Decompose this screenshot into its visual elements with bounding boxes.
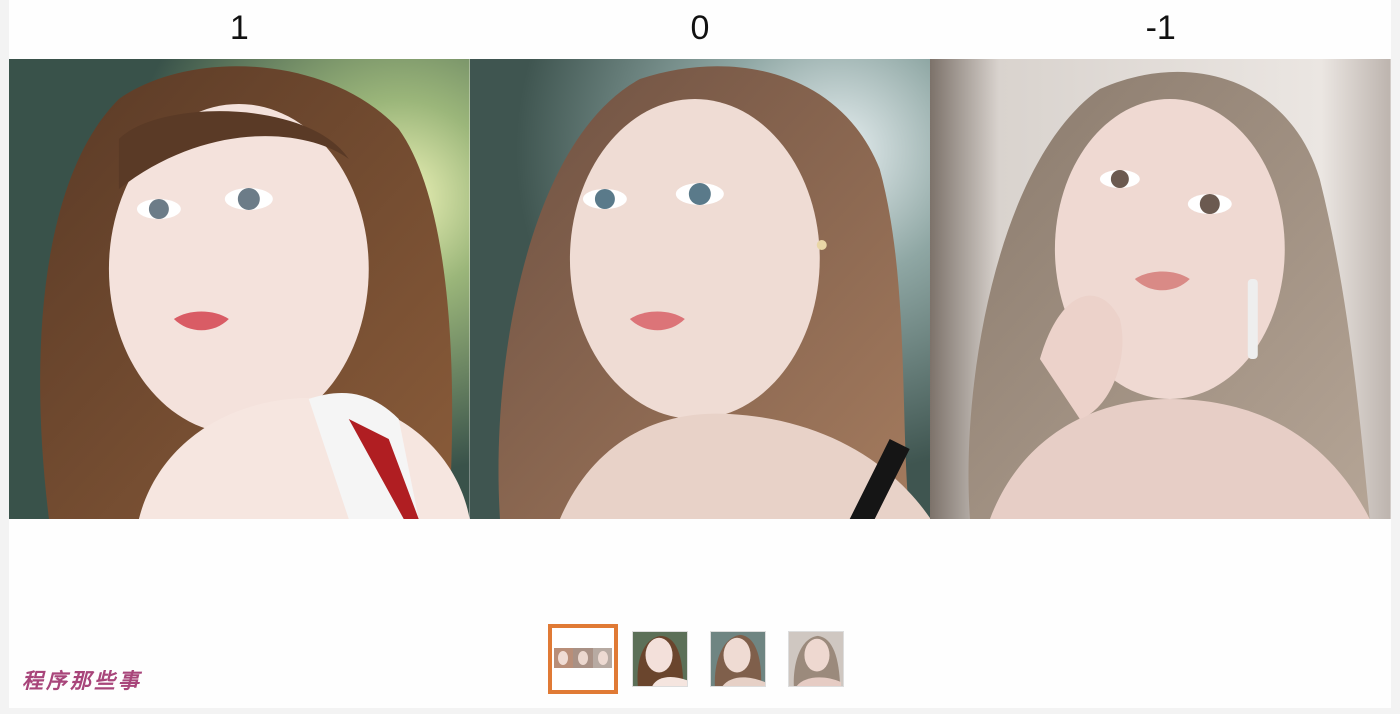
image-viewer: 1 0 -1 程序那些事 bbox=[9, 0, 1392, 708]
panel-label-3: -1 bbox=[1145, 9, 1176, 47]
panel-label-1: 1 bbox=[229, 9, 249, 47]
panel-labels: 1 0 -1 bbox=[9, 0, 1391, 58]
portrait-image-3 bbox=[930, 59, 1392, 519]
thumbnail-portrait-3[interactable] bbox=[788, 631, 844, 687]
watermark-text: 程序那些事 bbox=[22, 668, 142, 693]
portrait-image-1 bbox=[9, 59, 470, 519]
panel-label-2: 0 bbox=[690, 9, 710, 47]
portrait-image-2 bbox=[469, 59, 931, 519]
thumbnail-portrait-2[interactable] bbox=[710, 631, 766, 687]
thumbnail-composite[interactable] bbox=[548, 624, 618, 694]
image-panels bbox=[9, 59, 1392, 519]
thumbnail-strip bbox=[548, 624, 866, 694]
thumbnail-portrait-1[interactable] bbox=[632, 631, 688, 687]
